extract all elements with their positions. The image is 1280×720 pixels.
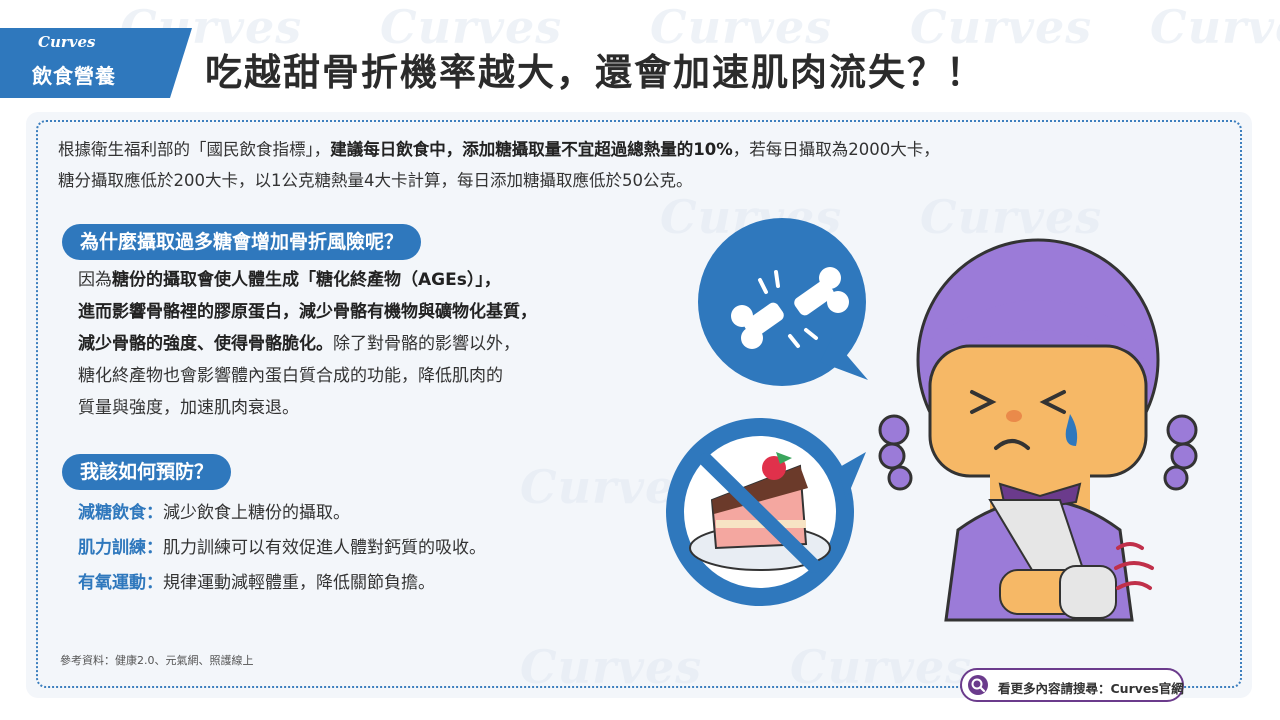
broken-bone-icon — [698, 218, 868, 386]
no-sugar-icon — [666, 418, 866, 606]
search-label: 看更多內容請搜尋：Curves官網 — [998, 681, 1184, 696]
illustration — [666, 218, 1198, 622]
search-badge[interactable]: 看更多內容請搜尋：Curves官網 — [960, 668, 1184, 702]
search-icon — [968, 675, 988, 695]
girl-illustration — [878, 238, 1198, 622]
